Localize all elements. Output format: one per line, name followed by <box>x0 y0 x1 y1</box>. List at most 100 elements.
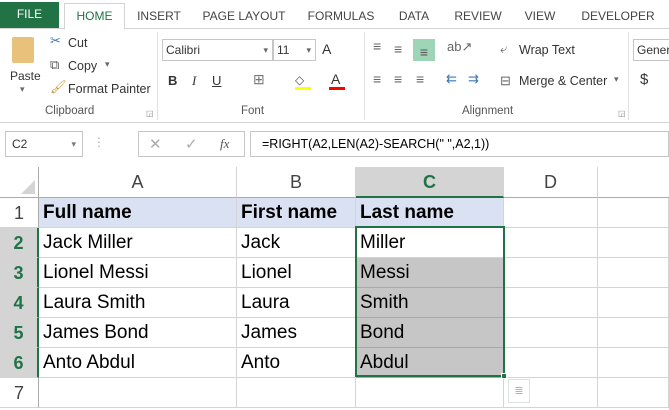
cell-B5[interactable]: James <box>237 318 356 348</box>
cell-E2[interactable] <box>598 228 669 258</box>
cell-A4[interactable]: Laura Smith <box>39 288 237 318</box>
row-header-4[interactable]: 4 <box>0 288 39 318</box>
row-header-5[interactable]: 5 <box>0 318 39 348</box>
cell-E3[interactable] <box>598 258 669 288</box>
cell-A1[interactable]: Full name <box>39 198 237 228</box>
bottom-align-icon[interactable]: ≡ <box>413 39 435 61</box>
cell-E6[interactable] <box>598 348 669 378</box>
cell-E1[interactable] <box>598 198 669 228</box>
cell-A3[interactable]: Lionel Messi <box>39 258 237 288</box>
tab-home[interactable]: HOME <box>64 3 125 30</box>
cell-D2[interactable] <box>504 228 598 258</box>
cell-C7[interactable] <box>356 378 504 408</box>
fill-handle[interactable] <box>501 373 507 379</box>
row-header-7[interactable]: 7 <box>0 378 39 408</box>
cell-B4[interactable]: Laura <box>237 288 356 318</box>
align-center-icon[interactable]: ≡ <box>394 71 402 87</box>
font-color-swatch <box>329 87 345 90</box>
cell-C5[interactable]: Bond <box>356 318 504 348</box>
cell-A6[interactable]: Anto Abdul <box>39 348 237 378</box>
cell-C2[interactable]: Miller <box>356 228 504 258</box>
copy-button[interactable]: Copy <box>68 59 97 73</box>
copy-dropdown-icon[interactable]: ▾ <box>105 59 110 70</box>
format-painter-button[interactable]: Format Painter <box>68 82 151 96</box>
alignment-launcher-icon[interactable]: ◲ <box>618 109 626 118</box>
paste-dropdown-icon[interactable]: ▾ <box>20 84 25 95</box>
column-header-c[interactable]: C <box>356 167 504 198</box>
column-header-d[interactable]: D <box>504 167 598 198</box>
cell-C6[interactable]: Abdul <box>356 348 504 378</box>
select-all-button[interactable] <box>0 167 39 198</box>
cell-D4[interactable] <box>504 288 598 318</box>
cell-B6[interactable]: Anto <box>237 348 356 378</box>
insert-function-button[interactable]: fx <box>220 136 229 152</box>
wrap-text-button[interactable]: Wrap Text <box>519 43 575 57</box>
tab-formulas[interactable]: FORMULAS <box>300 4 382 29</box>
cell-B2[interactable]: Jack <box>237 228 356 258</box>
cell-A5[interactable]: James Bond <box>39 318 237 348</box>
chevron-down-icon: ▾ <box>71 139 76 149</box>
cancel-icon[interactable]: ✕ <box>149 135 162 153</box>
column-header-b[interactable]: B <box>237 167 356 198</box>
cell-D6[interactable] <box>504 348 598 378</box>
cut-button[interactable]: Cut <box>68 36 87 50</box>
clipboard-launcher-icon[interactable]: ◲ <box>146 109 154 118</box>
merge-center-button[interactable]: Merge & Center <box>519 74 607 88</box>
row-header-6[interactable]: 6 <box>0 348 39 378</box>
cell-A7[interactable] <box>39 378 237 408</box>
paste-button[interactable]: Paste <box>10 69 41 83</box>
merge-dropdown-icon[interactable]: ▾ <box>614 74 619 85</box>
align-left-icon[interactable]: ≡ <box>373 71 381 87</box>
bold-button[interactable]: B <box>168 73 177 88</box>
cell-C1[interactable]: Last name <box>356 198 504 228</box>
paste-icon[interactable] <box>12 37 34 63</box>
middle-align-icon[interactable]: ≡ <box>394 41 402 57</box>
cell-A2[interactable]: Jack Miller <box>39 228 237 258</box>
tab-page-layout[interactable]: PAGE LAYOUT <box>196 4 292 29</box>
column-header-e[interactable] <box>598 167 669 198</box>
tab-view[interactable]: VIEW <box>520 4 560 29</box>
font-name-select[interactable]: Calibri ▾ <box>162 39 273 61</box>
cell-C4[interactable]: Smith <box>356 288 504 318</box>
cell-B7[interactable] <box>237 378 356 408</box>
tab-data[interactable]: DATA <box>392 4 436 29</box>
name-box[interactable]: C2 ▾ <box>5 131 83 157</box>
italic-button[interactable]: I <box>192 73 196 89</box>
chevron-down-icon: ▾ <box>263 45 268 55</box>
cell-E5[interactable] <box>598 318 669 348</box>
increase-font-size-icon[interactable]: A <box>322 41 331 57</box>
enter-icon[interactable]: ✓ <box>185 135 198 153</box>
cell-B1[interactable]: First name <box>237 198 356 228</box>
tab-review[interactable]: REVIEW <box>450 4 506 29</box>
tab-insert[interactable]: INSERT <box>130 4 188 29</box>
quick-analysis-icon[interactable]: ≣ <box>508 379 530 403</box>
orientation-icon[interactable]: ab↗ <box>447 39 472 55</box>
formula-input[interactable]: =RIGHT(A2,LEN(A2)-SEARCH(" ",A2,1)) <box>250 131 669 157</box>
column-header-a[interactable]: A <box>39 167 237 198</box>
cell-B3[interactable]: Lionel <box>237 258 356 288</box>
currency-button[interactable]: $ <box>640 71 648 88</box>
tab-file[interactable]: FILE <box>0 2 59 28</box>
font-color-icon[interactable]: A <box>331 71 340 87</box>
cell-E7[interactable] <box>598 378 669 408</box>
increase-indent-icon[interactable]: ⇉ <box>468 71 479 87</box>
cell-E4[interactable] <box>598 288 669 318</box>
borders-icon[interactable]: ⊞ <box>253 71 265 88</box>
decrease-indent-icon[interactable]: ⇇ <box>446 71 457 87</box>
align-right-icon[interactable]: ≡ <box>416 71 424 87</box>
cell-D1[interactable] <box>504 198 598 228</box>
number-format-select[interactable]: General <box>633 39 669 61</box>
cell-D5[interactable] <box>504 318 598 348</box>
cell-C3[interactable]: Messi <box>356 258 504 288</box>
tab-developer[interactable]: DEVELOPER <box>576 4 660 29</box>
row-header-2[interactable]: 2 <box>0 228 39 258</box>
cell-D3[interactable] <box>504 258 598 288</box>
font-size-select[interactable]: 11 ▾ <box>273 39 316 61</box>
row-header-3[interactable]: 3 <box>0 258 39 288</box>
ribbon: Paste ▾ ✂ Cut ⧉ Copy ▾ 🖌 Format Painter … <box>0 29 669 123</box>
merge-center-icon: ⊟ <box>500 73 511 88</box>
top-align-icon[interactable]: ≡ <box>373 38 381 54</box>
fill-color-icon[interactable]: ◇ <box>295 73 311 87</box>
row-header-1[interactable]: 1 <box>0 198 39 228</box>
underline-button[interactable]: U <box>212 73 221 88</box>
